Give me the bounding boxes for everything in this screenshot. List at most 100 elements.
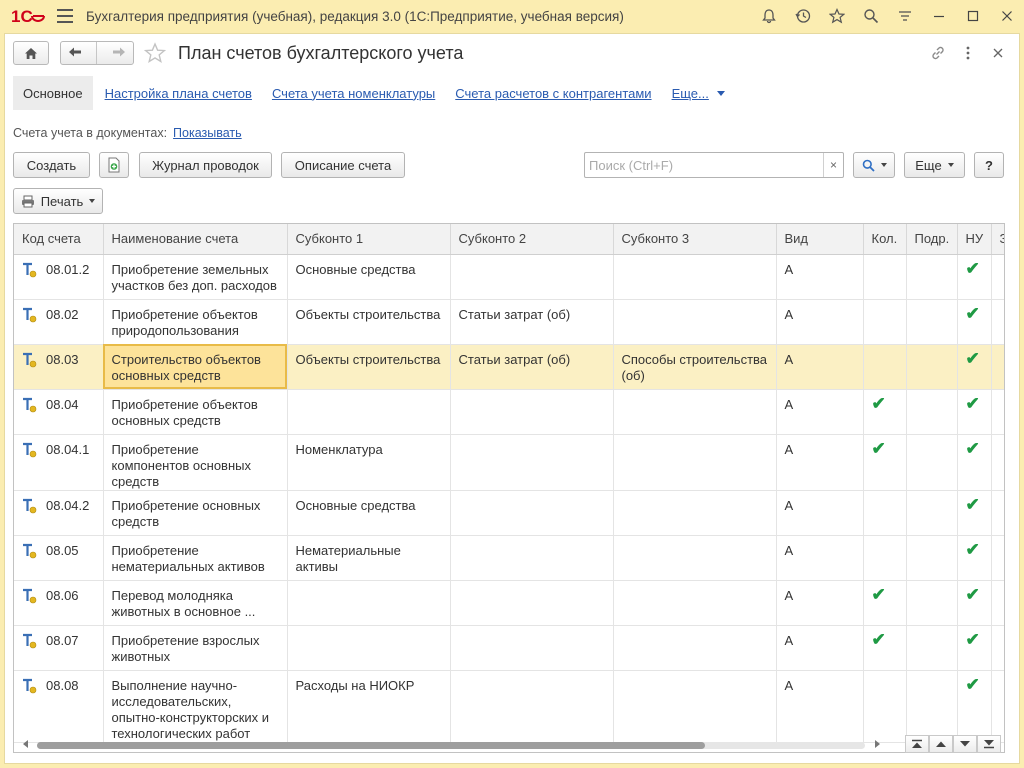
cell-subconto-1[interactable]: Объекты строительства [287, 299, 451, 345]
cell-subconto-1[interactable]: Номенклатура [287, 434, 451, 491]
cell-name[interactable]: Приобретение основных средств [103, 490, 288, 536]
cell-subconto-3[interactable] [613, 580, 777, 626]
tab-more[interactable]: Еще... [662, 76, 735, 110]
search-button[interactable] [853, 152, 895, 178]
account-description-button[interactable]: Описание счета [281, 152, 405, 178]
cell-nu[interactable]: ✔ [957, 670, 992, 743]
cell-name[interactable]: Приобретение взрослых животных [103, 625, 288, 671]
print-button[interactable]: Печать [13, 188, 103, 214]
scroll-left-icon[interactable] [23, 740, 28, 748]
cell-code[interactable]: 08.04.2 [14, 490, 104, 536]
cell-extra[interactable] [991, 625, 1004, 671]
cell-subconto-3[interactable] [613, 434, 777, 491]
cell-name[interactable]: Приобретение земельных участков без доп.… [103, 254, 288, 300]
cell-nu[interactable]: ✔ [957, 625, 992, 671]
go-up-button[interactable] [929, 735, 953, 753]
cell-kind[interactable]: А [776, 625, 864, 671]
cell-extra[interactable] [991, 490, 1004, 536]
cell-code[interactable]: 08.04 [14, 389, 104, 435]
cell-dept[interactable] [906, 389, 958, 435]
show-accounts-link[interactable]: Показывать [173, 126, 242, 140]
table-row[interactable]: 08.03 Строительство объектов основных сре… [14, 344, 1004, 390]
cell-qty[interactable] [863, 344, 907, 390]
cell-name[interactable]: Перевод молодняка животных в основное ..… [103, 580, 288, 626]
cell-subconto-1[interactable] [287, 580, 451, 626]
table-row[interactable]: 08.04 Приобретение объектов основных сред… [14, 389, 1004, 435]
close-icon[interactable] [990, 0, 1024, 32]
tab-chart-settings[interactable]: Настройка плана счетов [95, 76, 262, 110]
cell-kind[interactable]: А [776, 299, 864, 345]
cell-code[interactable]: 08.06 [14, 580, 104, 626]
cell-code[interactable]: 08.04.1 [14, 434, 104, 491]
table-row[interactable]: 08.07 Приобретение взрослых животных А ✔ ✔ [14, 625, 1004, 671]
cell-name[interactable]: Строительство объектов основных средств [103, 344, 288, 390]
cell-subconto-3[interactable] [613, 490, 777, 536]
create-button[interactable]: Создать [13, 152, 90, 178]
cell-qty[interactable] [863, 670, 907, 743]
cell-code[interactable]: 08.08 [14, 670, 104, 743]
maximize-icon[interactable] [956, 0, 990, 32]
favorite-star-icon[interactable] [144, 42, 166, 64]
forward-icon[interactable] [112, 46, 126, 61]
cell-kind[interactable]: А [776, 490, 864, 536]
cell-kind[interactable]: А [776, 434, 864, 491]
cell-nu[interactable]: ✔ [957, 254, 992, 300]
cell-name[interactable]: Приобретение объектов основных средств [103, 389, 288, 435]
cell-qty[interactable]: ✔ [863, 389, 907, 435]
cell-dept[interactable] [906, 535, 958, 581]
cell-extra[interactable] [991, 670, 1004, 743]
hamburger-icon[interactable] [57, 9, 73, 23]
table-row[interactable]: 08.08 Выполнение научно-исследовательских… [14, 670, 1004, 743]
cell-qty[interactable] [863, 254, 907, 300]
cell-subconto-1[interactable] [287, 625, 451, 671]
go-first-button[interactable] [905, 735, 929, 753]
scrollbar-thumb[interactable] [37, 742, 705, 749]
cell-dept[interactable] [906, 254, 958, 300]
cell-extra[interactable] [991, 389, 1004, 435]
cell-code[interactable]: 08.01.2 [14, 254, 104, 300]
go-down-button[interactable] [953, 735, 977, 753]
cell-qty[interactable] [863, 535, 907, 581]
col-name[interactable]: Наименование счета [103, 224, 288, 255]
col-department[interactable]: Подр. [906, 224, 958, 255]
tab-nomenclature-accounts[interactable]: Счета учета номенклатуры [262, 76, 445, 110]
tab-counterparty-accounts[interactable]: Счета расчетов с контрагентами [445, 76, 661, 110]
cell-kind[interactable]: А [776, 580, 864, 626]
search-input[interactable] [585, 157, 815, 173]
cell-qty[interactable]: ✔ [863, 625, 907, 671]
scroll-right-icon[interactable] [875, 740, 880, 748]
cell-nu[interactable]: ✔ [957, 344, 992, 390]
col-subconto-2[interactable]: Субконто 2 [450, 224, 614, 255]
cell-nu[interactable]: ✔ [957, 389, 992, 435]
cell-dept[interactable] [906, 434, 958, 491]
close-form-icon[interactable] [987, 42, 1009, 64]
cell-subconto-2[interactable] [450, 580, 614, 626]
minimize-icon[interactable] [922, 0, 956, 32]
cell-kind[interactable]: А [776, 254, 864, 300]
cell-subconto-2[interactable]: Статьи затрат (об) [450, 299, 614, 345]
filter-icon[interactable] [888, 0, 922, 32]
col-code[interactable]: Код счета [14, 224, 104, 255]
cell-subconto-2[interactable] [450, 535, 614, 581]
cell-dept[interactable] [906, 580, 958, 626]
clear-search-button[interactable]: × [823, 153, 843, 177]
cell-name[interactable]: Приобретение объектов природопользования [103, 299, 288, 345]
cell-extra[interactable] [991, 299, 1004, 345]
cell-subconto-2[interactable] [450, 389, 614, 435]
table-row[interactable]: 08.04.2 Приобретение основных средств Осно… [14, 490, 1004, 536]
cell-extra[interactable] [991, 535, 1004, 581]
cell-nu[interactable]: ✔ [957, 535, 992, 581]
cell-dept[interactable] [906, 344, 958, 390]
cell-code[interactable]: 08.05 [14, 535, 104, 581]
cell-name[interactable]: Приобретение нематериальных активов [103, 535, 288, 581]
col-subconto-3[interactable]: Субконто 3 [613, 224, 777, 255]
link-icon[interactable] [927, 42, 949, 64]
cell-qty[interactable] [863, 490, 907, 536]
cell-subconto-1[interactable]: Основные средства [287, 490, 451, 536]
star-icon[interactable] [820, 0, 854, 32]
col-extra[interactable]: З [991, 224, 1004, 255]
cell-kind[interactable]: А [776, 344, 864, 390]
cell-name[interactable]: Выполнение научно-исследовательских, опы… [103, 670, 288, 743]
back-icon[interactable] [68, 46, 82, 61]
cell-nu[interactable]: ✔ [957, 299, 992, 345]
